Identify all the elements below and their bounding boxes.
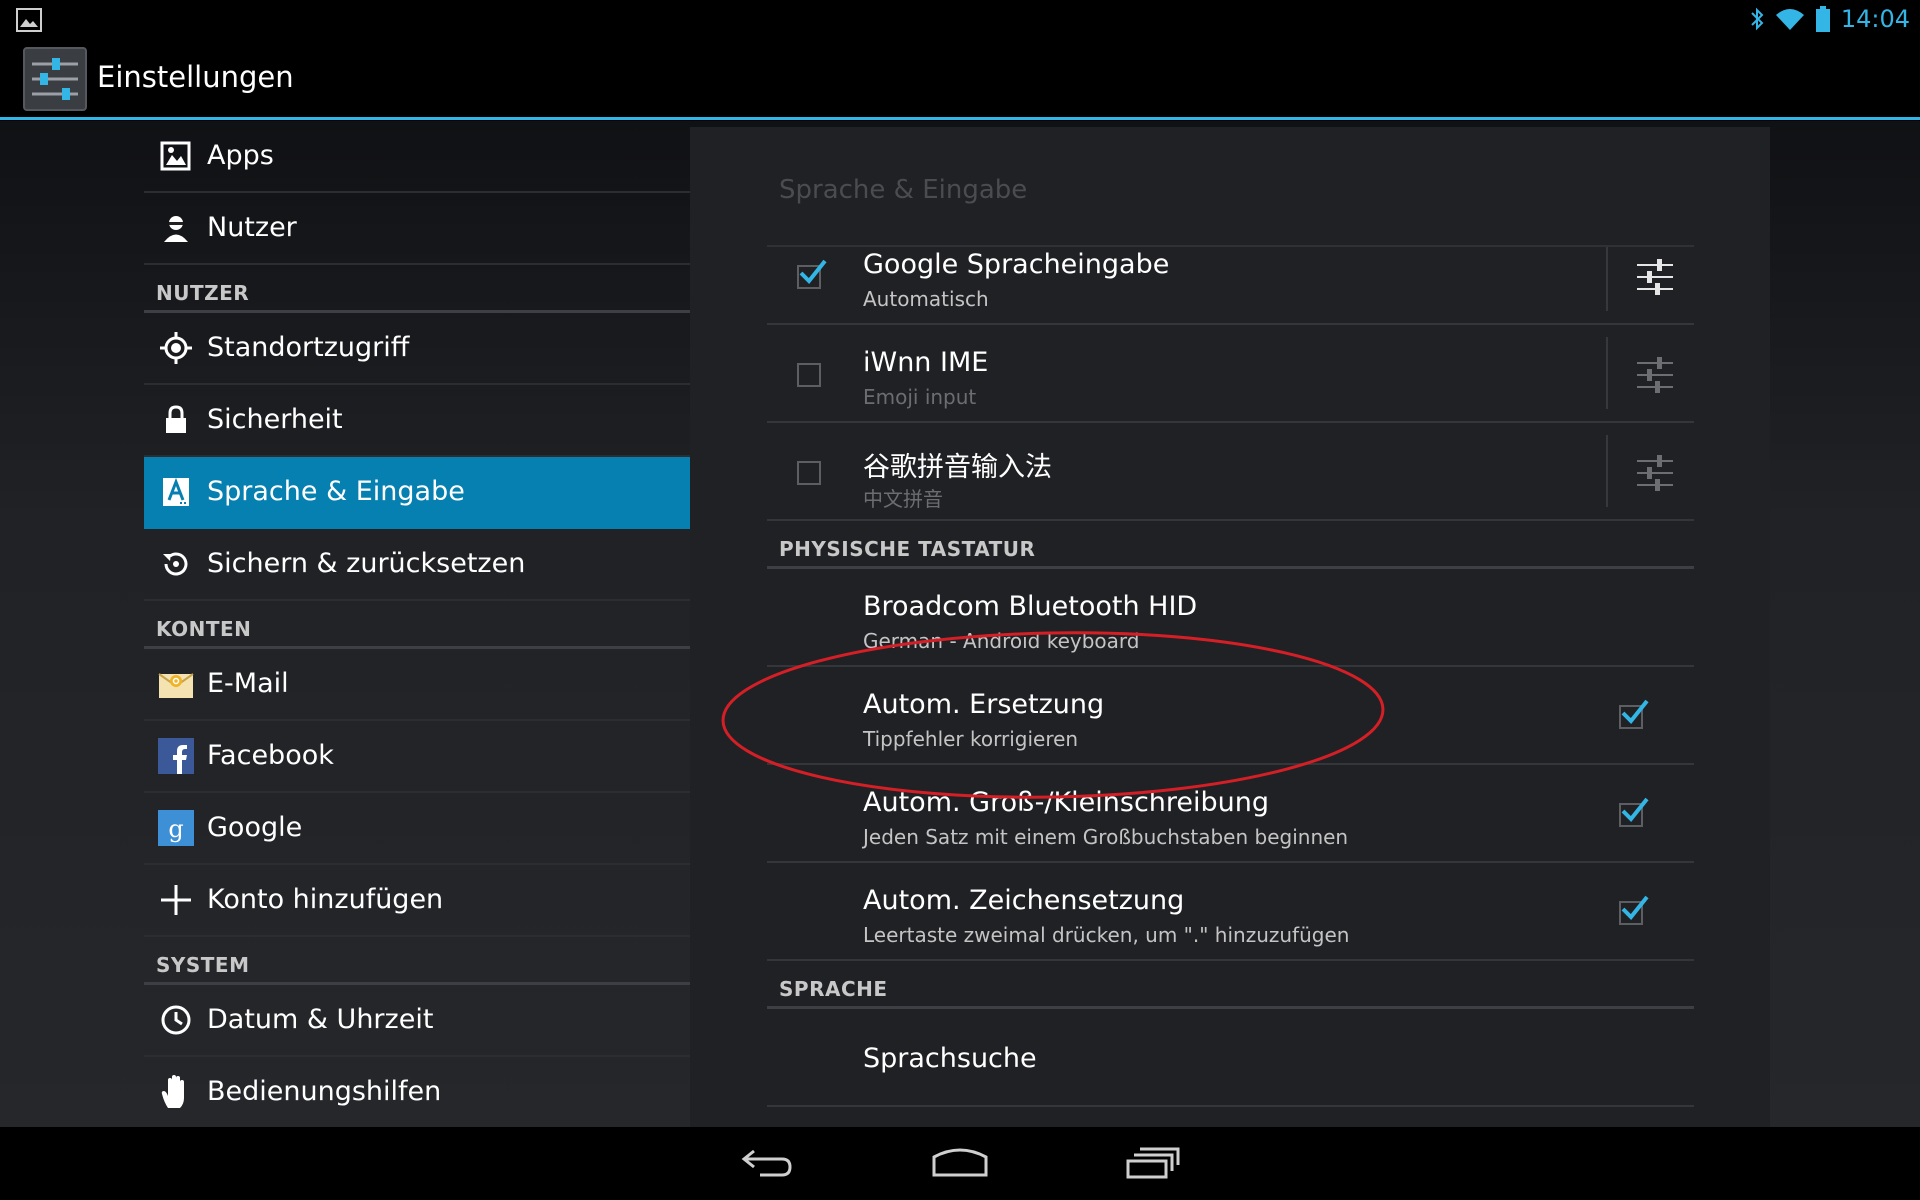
home-icon[interactable] [930, 1141, 990, 1185]
keyboard-subtitle: Emoji input [863, 385, 977, 409]
back-icon[interactable] [738, 1141, 798, 1185]
nav-item-google[interactable]: g Google [144, 793, 690, 865]
option-subtitle: Leertaste zweimal drücken, um "." hinzuz… [863, 923, 1350, 947]
vertical-divider [1606, 247, 1608, 311]
clock-icon [161, 1005, 191, 1035]
nav-item-label: Bedienungshilfen [207, 1076, 442, 1107]
settings-app-icon[interactable] [22, 46, 88, 112]
action-bar: Einstellungen [0, 38, 1920, 120]
nav-item-konto-hinzufuegen[interactable]: Konto hinzufügen [144, 865, 690, 937]
nav-item-label: Sicherheit [207, 404, 343, 435]
status-clock: 14:04 [1840, 5, 1910, 33]
content-area: Apps Nutzer NUTZER Standortzugriff Siche… [0, 121, 1920, 1127]
google-icon: g [158, 810, 194, 846]
physical-keyboard-row[interactable]: Broadcom Bluetooth HID German - Android … [767, 569, 1694, 667]
nav-item-label: Nutzer [207, 212, 297, 243]
nav-item-standortzugriff[interactable]: Standortzugriff [144, 313, 690, 385]
nav-item-facebook[interactable]: Facebook [144, 721, 690, 793]
vertical-divider [1606, 435, 1608, 507]
lock-icon [166, 405, 186, 433]
nav-item-bedienungshilfen[interactable]: Bedienungshilfen [144, 1057, 690, 1127]
option-title: Autom. Groß-/Kleinschreibung [863, 787, 1270, 818]
keyboard-row-iwnn[interactable]: iWnn IME Emoji input [767, 325, 1694, 423]
speech-search-row[interactable]: Sprachsuche [767, 1009, 1694, 1107]
image-notification-icon [16, 8, 42, 32]
settings-nav-list: Apps Nutzer NUTZER Standortzugriff Siche… [144, 121, 690, 1127]
nav-item-label: Sichern & zurücksetzen [207, 548, 526, 579]
nav-item-label: Konto hinzufügen [207, 884, 444, 915]
nav-item-label: E-Mail [207, 668, 289, 699]
location-icon [160, 332, 192, 364]
settings-detail-list[interactable]: Google Spracheingabe Automatisch iWnn IM… [690, 247, 1770, 1127]
recent-apps-icon[interactable] [1124, 1141, 1184, 1185]
vertical-divider [1606, 337, 1608, 409]
svg-text:g: g [168, 815, 183, 843]
nav-item-datum-uhrzeit[interactable]: Datum & Uhrzeit [144, 985, 690, 1057]
option-checkbox[interactable] [1619, 699, 1649, 729]
option-row-zeichensetzung[interactable]: Autom. Zeichensetzung Leertaste zweimal … [767, 863, 1694, 961]
option-checkbox[interactable] [1619, 797, 1649, 827]
section-header-nutzer: NUTZER [144, 265, 690, 313]
user-icon [164, 216, 188, 242]
wifi-icon [1775, 9, 1804, 30]
option-title: Autom. Zeichensetzung [863, 885, 1185, 916]
nav-item-label: Google [207, 812, 303, 843]
hand-icon [161, 1075, 184, 1108]
section-header-system: SYSTEM [144, 937, 690, 985]
plus-icon [161, 885, 191, 915]
page-title: Einstellungen [97, 60, 294, 94]
keyboard-checkbox[interactable] [797, 461, 821, 485]
nav-item-sprache-eingabe[interactable]: Sprache & Eingabe [144, 457, 690, 529]
status-bar: 14:04 [0, 0, 1920, 38]
keyboard-checkbox[interactable] [797, 259, 827, 289]
checkmark-icon [799, 259, 827, 284]
option-subtitle: Jeden Satz mit einem Großbuchstaben begi… [863, 825, 1349, 849]
option-checkbox[interactable] [1619, 895, 1649, 925]
panel-title: Sprache & Eingabe [779, 175, 1028, 205]
nav-item-label: Datum & Uhrzeit [207, 1004, 434, 1035]
checkmark-icon [1621, 797, 1649, 822]
nav-item-sicherheit[interactable]: Sicherheit [144, 385, 690, 457]
checkmark-icon [1621, 699, 1649, 724]
option-row-grossschreibung[interactable]: Autom. Groß-/Kleinschreibung Jeden Satz … [767, 765, 1694, 863]
tune-icon[interactable] [1635, 453, 1675, 493]
section-header-konten: KONTEN [144, 601, 690, 649]
facebook-icon [158, 738, 194, 774]
nav-item-label: Standortzugriff [207, 332, 410, 363]
physical-keyboard-title: Broadcom Bluetooth HID [863, 591, 1198, 622]
nav-item-email[interactable]: E-Mail [144, 649, 690, 721]
keyboard-checkbox[interactable] [797, 363, 821, 387]
keyboard-subtitle: Automatisch [863, 287, 989, 311]
nav-item-nutzer[interactable]: Nutzer [144, 193, 690, 265]
tune-icon[interactable] [1635, 355, 1675, 395]
keyboard-title: 谷歌拼音输入法 [863, 452, 1052, 483]
keyboard-title: iWnn IME [863, 347, 989, 378]
nav-item-sichern[interactable]: Sichern & zurücksetzen [144, 529, 690, 601]
option-subtitle: Tippfehler korrigieren [863, 727, 1079, 751]
navigation-bar [0, 1127, 1920, 1200]
keyboard-row-google[interactable]: Google Spracheingabe Automatisch [767, 247, 1694, 325]
option-row-ersetzung[interactable]: Autom. Ersetzung Tippfehler korrigieren [767, 667, 1694, 765]
tune-icon[interactable] [1635, 257, 1675, 297]
checkmark-icon [1621, 895, 1649, 920]
nav-item-label: Sprache & Eingabe [207, 476, 465, 507]
nav-item-label: Apps [207, 140, 274, 171]
apps-icon [160, 141, 191, 171]
nav-item-label: Facebook [207, 740, 334, 771]
section-header-physische-tastatur: PHYSISCHE TASTATUR [767, 521, 1694, 569]
language-icon [163, 477, 189, 506]
bluetooth-icon [1751, 7, 1764, 31]
physical-keyboard-subtitle: German - Android keyboard [863, 629, 1140, 653]
detail-panel: Sprache & Eingabe Google Spracheingabe A… [690, 127, 1770, 1127]
section-header-sprache: SPRACHE [767, 961, 1694, 1009]
battery-icon [1815, 6, 1830, 32]
option-title: Autom. Ersetzung [863, 689, 1105, 720]
keyboard-row-pinyin[interactable]: 谷歌拼音输入法 中文拼音 [767, 423, 1694, 521]
keyboard-title: Google Spracheingabe [863, 249, 1170, 280]
speech-search-title: Sprachsuche [863, 1043, 1037, 1074]
email-icon [158, 673, 194, 698]
keyboard-subtitle: 中文拼音 [863, 487, 943, 511]
backup-icon [163, 552, 188, 576]
nav-item-apps[interactable]: Apps [144, 121, 690, 193]
